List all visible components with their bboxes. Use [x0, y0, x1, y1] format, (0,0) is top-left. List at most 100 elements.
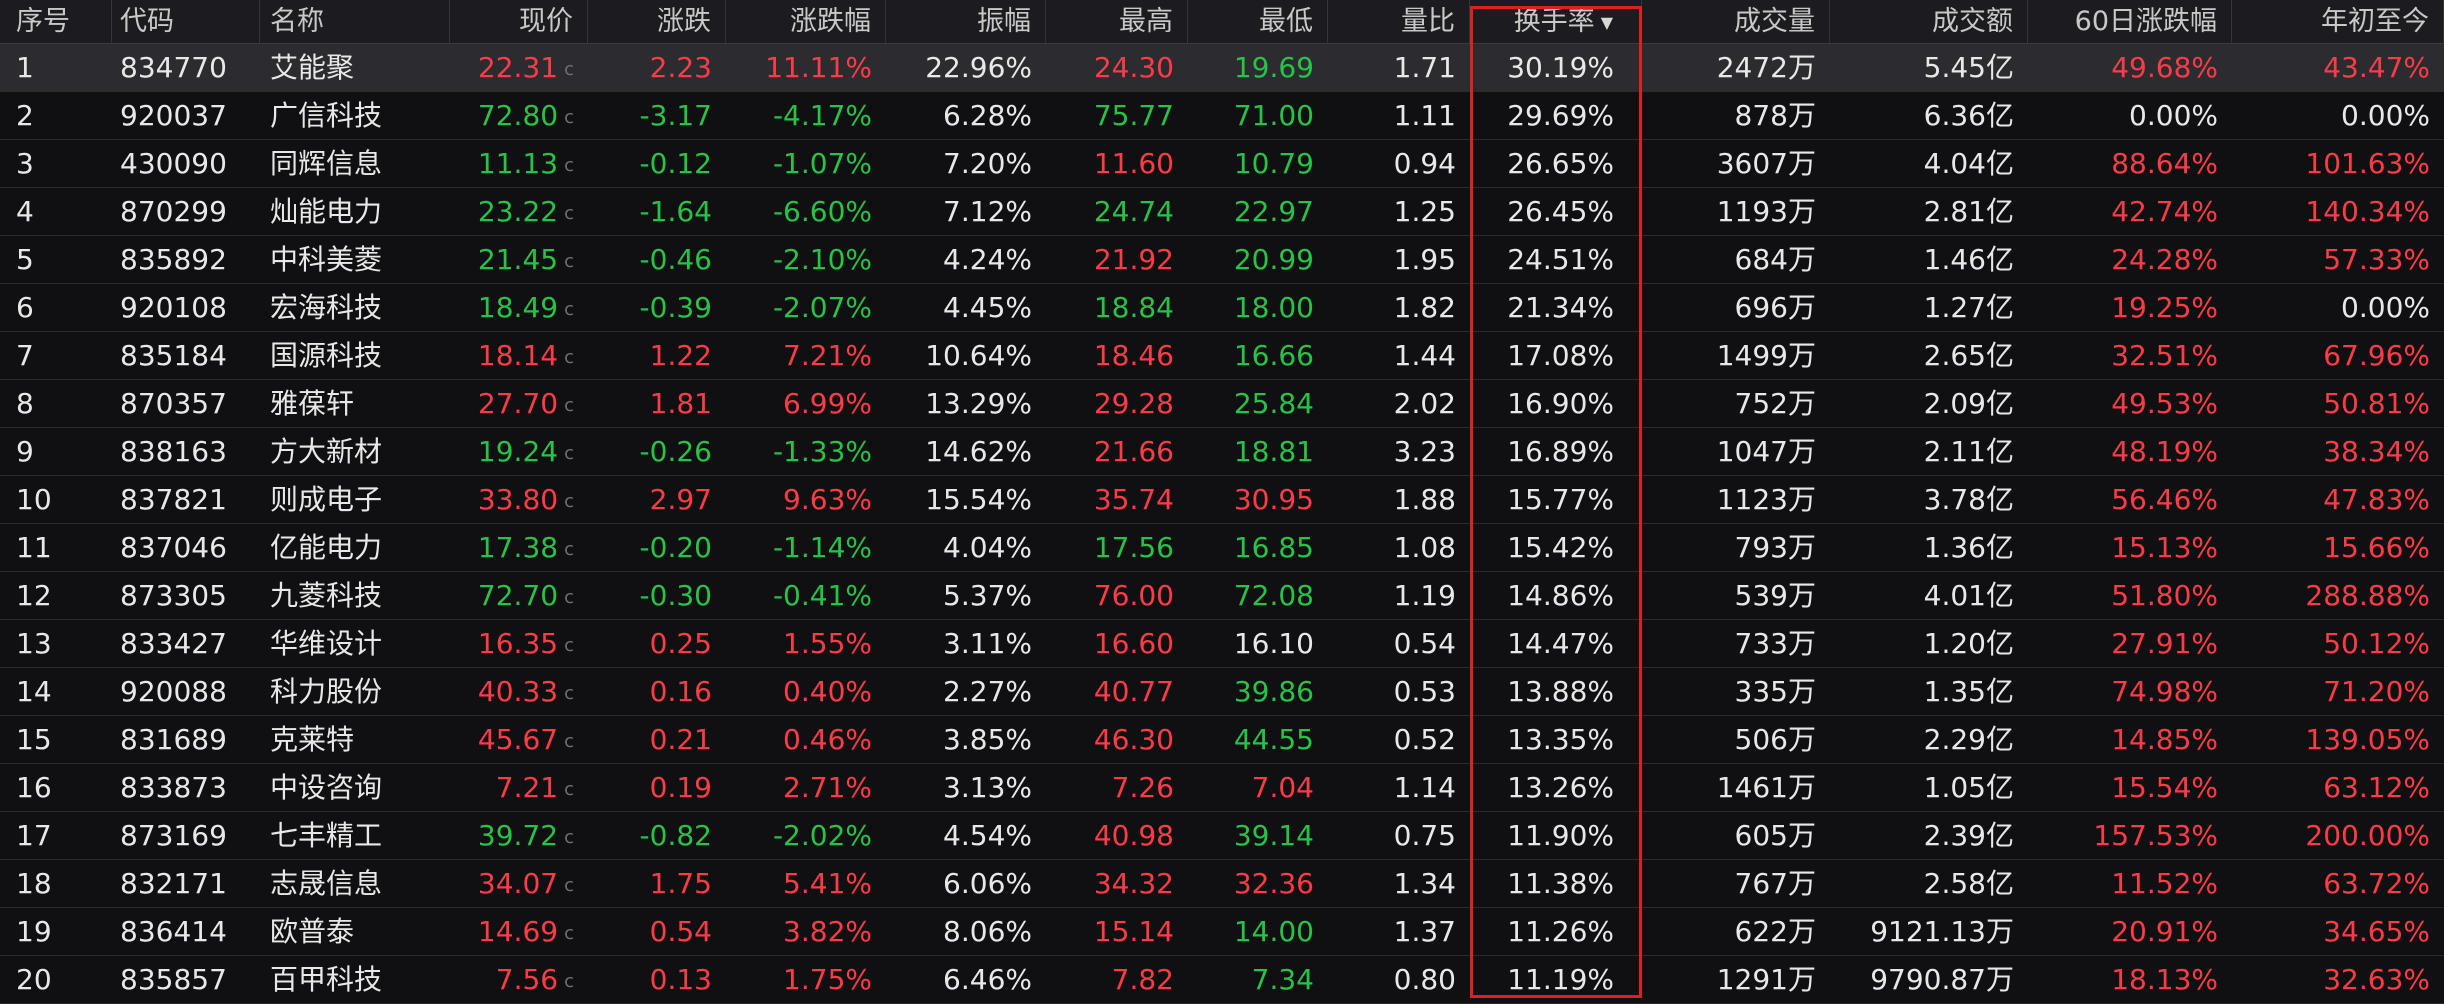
ytd-change-value: 15.66%: [2323, 531, 2430, 564]
ytd-change-value: 57.33%: [2323, 243, 2430, 276]
volume-ratio-value: 1.44: [1393, 339, 1456, 372]
row-index-value: 15: [16, 723, 52, 756]
header-60d-change[interactable]: 60日涨跌幅: [2028, 0, 2232, 43]
ytd-change-value: 43.47%: [2323, 51, 2430, 84]
change-pct-cell: -1.07%: [726, 140, 886, 187]
change-pct-value: 6.99%: [783, 387, 872, 420]
change-60d-cell: 49.53%: [2028, 380, 2232, 427]
volume-cell: 752万: [1642, 380, 1830, 427]
header-amplitude[interactable]: 振幅: [886, 0, 1046, 43]
amount-cell: 1.20亿: [1830, 620, 2028, 667]
change-pct-cell: -4.17%: [726, 92, 886, 139]
volume-ratio-value: 1.25: [1393, 195, 1456, 228]
stock-code-value: 834770: [120, 51, 227, 84]
change-60d-cell: 19.25%: [2028, 284, 2232, 331]
change-pct-value: -1.07%: [772, 147, 872, 180]
table-row[interactable]: 5 835892 中科美菱 21.45 c -0.46 -2.10% 4.24% 21.92 20…: [0, 236, 2444, 284]
volume-ratio-cell: 1.88: [1328, 476, 1470, 523]
volume-cell: 605万: [1642, 812, 1830, 859]
price-value: 18.14: [477, 339, 559, 372]
table-row[interactable]: 16 833873 中设咨询 7.21 c 0.19 2.71% 3.13% 7.26 7.04 1…: [0, 764, 2444, 812]
row-index-value: 20: [16, 963, 52, 996]
change-value: -0.46: [639, 243, 712, 276]
header-volume[interactable]: 成交量: [1642, 0, 1830, 43]
price-suffix-tag: c: [564, 970, 574, 992]
header-code[interactable]: 代码: [112, 0, 260, 43]
amount-cell: 4.04亿: [1830, 140, 2028, 187]
header-price[interactable]: 现价: [450, 0, 588, 43]
turnover-value: 11.19%: [1507, 963, 1614, 996]
amount-value: 2.39亿: [1923, 819, 2014, 852]
row-index-cell: 1: [0, 44, 112, 91]
header-volume-ratio[interactable]: 量比: [1328, 0, 1470, 43]
table-row[interactable]: 12 873305 九菱科技 72.70 c -0.30 -0.41% 5.37% 76.00 7…: [0, 572, 2444, 620]
stock-name-value: 百甲科技: [270, 963, 383, 996]
change-60d-value: 15.13%: [2111, 531, 2218, 564]
low-price-cell: 16.66: [1188, 332, 1328, 379]
header-low[interactable]: 最低: [1188, 0, 1328, 43]
ytd-change-cell: 200.00%: [2232, 812, 2444, 859]
volume-cell: 733万: [1642, 620, 1830, 667]
table-row[interactable]: 9 838163 方大新材 19.24 c -0.26 -1.33% 14.62% 21.66 1…: [0, 428, 2444, 476]
low-price-value: 7.34: [1251, 963, 1314, 996]
table-row[interactable]: 7 835184 国源科技 18.14 c 1.22 7.21% 10.64% 18.46 16.…: [0, 332, 2444, 380]
table-row[interactable]: 15 831689 克莱特 45.67 c 0.21 0.46% 3.85% 46.30 44.5…: [0, 716, 2444, 764]
table-row[interactable]: 1 834770 艾能聚 22.31 c 2.23 11.11% 22.96% 24.30 19.…: [0, 44, 2444, 92]
stock-name-cell: 广信科技: [260, 92, 450, 139]
table-row[interactable]: 20 835857 百甲科技 7.56 c 0.13 1.75% 6.46% 7.82 7.34 0…: [0, 956, 2444, 1004]
table-row[interactable]: 10 837821 则成电子 33.80 c 2.97 9.63% 15.54% 35.74 30…: [0, 476, 2444, 524]
low-price-cell: 14.00: [1188, 908, 1328, 955]
change-60d-value: 49.53%: [2111, 387, 2218, 420]
table-row[interactable]: 14 920088 科力股份 40.33 c 0.16 0.40% 2.27% 40.77 39.…: [0, 668, 2444, 716]
change-60d-value: 14.85%: [2111, 723, 2218, 756]
table-row[interactable]: 2 920037 广信科技 72.80 c -3.17 -4.17% 6.28% 75.77 71…: [0, 92, 2444, 140]
stock-code-value: 873169: [120, 819, 227, 852]
low-price-value: 16.66: [1233, 339, 1314, 372]
volume-cell: 684万: [1642, 236, 1830, 283]
price-suffix-tag: c: [564, 298, 574, 320]
stock-name-value: 欧普泰: [270, 915, 355, 948]
stock-code-value: 832171: [120, 867, 227, 900]
table-row[interactable]: 13 833427 华维设计 16.35 c 0.25 1.55% 3.11% 16.60 16.…: [0, 620, 2444, 668]
header-change[interactable]: 涨跌: [588, 0, 726, 43]
turnover-value: 26.45%: [1507, 195, 1614, 228]
header-turnover[interactable]: 换手率 ▼: [1470, 0, 1642, 43]
sort-down-icon: ▼: [1600, 13, 1613, 32]
stock-code-cell: 430090: [112, 140, 260, 187]
header-high[interactable]: 最高: [1046, 0, 1188, 43]
header-ytd[interactable]: 年初至今: [2232, 0, 2444, 43]
high-price-value: 7.26: [1111, 771, 1174, 804]
table-row[interactable]: 6 920108 宏海科技 18.49 c -0.39 -2.07% 4.45% 18.84 18…: [0, 284, 2444, 332]
table-row[interactable]: 19 836414 欧普泰 14.69 c 0.54 3.82% 8.06% 15.14 14.0…: [0, 908, 2444, 956]
turnover-value: 14.47%: [1507, 627, 1614, 660]
price-value: 33.80: [477, 483, 559, 516]
header-amount[interactable]: 成交额: [1830, 0, 2028, 43]
amplitude-value: 3.85%: [943, 723, 1032, 756]
amount-value: 2.11亿: [1923, 435, 2014, 468]
header-name[interactable]: 名称: [260, 0, 450, 43]
volume-ratio-cell: 1.71: [1328, 44, 1470, 91]
high-price-cell: 40.77: [1046, 668, 1188, 715]
header-change-pct[interactable]: 涨跌幅: [726, 0, 886, 43]
table-row[interactable]: 3 430090 同辉信息 11.13 c -0.12 -1.07% 7.20% 11.60 10…: [0, 140, 2444, 188]
turnover-value: 14.86%: [1507, 579, 1614, 612]
turnover-cell: 15.77%: [1470, 476, 1642, 523]
change-cell: 0.25: [588, 620, 726, 667]
table-row[interactable]: 8 870357 雅葆轩 27.70 c 1.81 6.99% 13.29% 29.28 25.8…: [0, 380, 2444, 428]
header-index[interactable]: 序号: [0, 0, 112, 43]
table-row[interactable]: 18 832171 志晟信息 34.07 c 1.75 5.41% 6.06% 34.32 32.…: [0, 860, 2444, 908]
change-60d-value: 18.13%: [2111, 963, 2218, 996]
high-price-value: 24.74: [1093, 195, 1174, 228]
price-cell: 39.72 c: [450, 812, 588, 859]
table-row[interactable]: 11 837046 亿能电力 17.38 c -0.20 -1.14% 4.04% 17.56 1…: [0, 524, 2444, 572]
stock-name-value: 艾能聚: [270, 51, 355, 84]
high-price-cell: 18.46: [1046, 332, 1188, 379]
turnover-cell: 17.08%: [1470, 332, 1642, 379]
table-row[interactable]: 17 873169 七丰精工 39.72 c -0.82 -2.02% 4.54% 40.98 3…: [0, 812, 2444, 860]
ytd-change-cell: 101.63%: [2232, 140, 2444, 187]
stock-name-cell: 国源科技: [260, 332, 450, 379]
stock-code-value: 837046: [120, 531, 227, 564]
stock-code-cell: 870357: [112, 380, 260, 427]
ytd-change-value: 0.00%: [2341, 291, 2430, 324]
table-row[interactable]: 4 870299 灿能电力 23.22 c -1.64 -6.60% 7.12% 24.74 22…: [0, 188, 2444, 236]
